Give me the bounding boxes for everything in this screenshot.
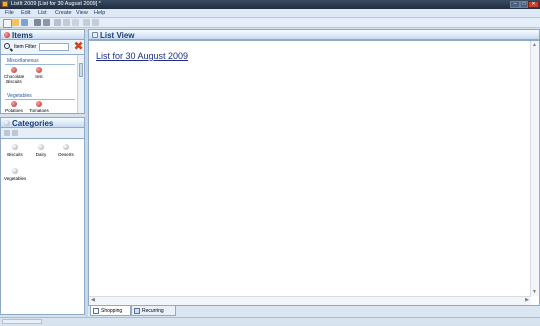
menu-view[interactable]: View <box>76 9 88 18</box>
category-label: Deserts <box>58 152 74 157</box>
recurring-lists-icon <box>134 308 140 314</box>
item-icon <box>36 101 42 107</box>
category-label: Vegetables <box>4 176 27 181</box>
list-view-content[interactable]: List for 30 August 2009 ▲ ▼ ◀ ▶ <box>88 40 540 306</box>
category-item[interactable]: Dairy <box>30 144 52 157</box>
tab-recurring-lists[interactable]: Recurring Lists <box>131 306 176 324</box>
save-icon[interactable] <box>21 19 28 26</box>
items-scrollbar[interactable] <box>77 55 84 113</box>
list-view-header: List View <box>88 29 540 40</box>
categories-toolbar <box>0 128 85 138</box>
categories-icon <box>4 120 10 126</box>
print-preview-icon[interactable] <box>43 19 50 26</box>
redo-icon[interactable] <box>92 19 99 26</box>
menu-bar: File Edit List Create View Help <box>0 9 540 18</box>
item-label: test <box>35 74 43 79</box>
shopping-list-icon <box>93 308 99 314</box>
add-category-icon[interactable] <box>4 130 10 136</box>
item-label: Chocolate Biscuits <box>4 74 25 84</box>
status-bar <box>0 317 540 325</box>
cut-icon[interactable] <box>54 19 61 26</box>
scroll-up-icon[interactable]: ▲ <box>531 42 538 48</box>
paste-icon[interactable] <box>72 19 79 26</box>
items-panel-header: Items <box>0 29 85 40</box>
categories-panel-header: Categories <box>0 117 85 128</box>
group-divider <box>5 64 75 65</box>
category-icon <box>12 144 18 150</box>
title-bar: ListIt 2009 [List for 30 August 2009] * … <box>0 0 540 9</box>
remove-category-icon[interactable] <box>12 130 18 136</box>
list-item[interactable]: Tomatoes <box>29 101 49 113</box>
search-icon <box>4 43 10 49</box>
menu-list[interactable]: List <box>38 9 47 18</box>
list-view-icon <box>92 32 98 38</box>
scroll-down-icon[interactable]: ▼ <box>531 289 538 295</box>
items-icon <box>4 32 10 38</box>
category-item[interactable]: Vegetables <box>4 168 26 181</box>
menu-file[interactable]: File <box>5 9 14 18</box>
print-icon[interactable] <box>34 19 41 26</box>
category-item[interactable]: Deserts <box>55 144 77 157</box>
item-filter-input[interactable] <box>39 43 69 51</box>
category-icon <box>38 144 44 150</box>
scroll-right-icon[interactable]: ▶ <box>525 297 529 304</box>
scroll-left-icon[interactable]: ◀ <box>91 297 95 304</box>
menu-edit[interactable]: Edit <box>21 9 30 18</box>
list-item[interactable]: Potatoes <box>4 101 24 113</box>
category-label: Biscuits <box>7 152 23 157</box>
undo-icon[interactable] <box>83 19 90 26</box>
category-icon <box>63 144 69 150</box>
copy-icon[interactable] <box>63 19 70 26</box>
list-title-link[interactable]: List for 30 August 2009 <box>96 51 188 61</box>
minimize-button[interactable]: – <box>510 1 520 8</box>
menu-help[interactable]: Help <box>94 9 105 18</box>
item-icon <box>11 67 17 73</box>
item-filter-label: Item Filter <box>14 44 37 50</box>
category-item[interactable]: Biscuits <box>4 144 26 157</box>
close-button[interactable]: ✕ <box>528 1 539 8</box>
tab-shopping-list[interactable]: Shopping List <box>90 306 131 324</box>
categories-list[interactable]: Biscuits Dairy Deserts Vegetables <box>0 138 85 315</box>
horizontal-scrollbar[interactable]: ◀ ▶ <box>89 296 531 305</box>
item-label: Tomatoes <box>29 108 49 113</box>
scroll-thumb[interactable] <box>79 63 83 77</box>
item-icon <box>11 101 17 107</box>
window-title: ListIt 2009 [List for 30 August 2009] * <box>11 1 101 7</box>
app-icon <box>2 1 8 7</box>
vertical-scrollbar[interactable]: ▲ ▼ <box>530 41 539 296</box>
toolbar <box>0 18 540 28</box>
item-filter-row: Item Filter ✖ <box>0 40 85 54</box>
item-icon <box>36 67 42 73</box>
list-tabs: Shopping List Recurring Lists <box>88 306 540 324</box>
new-icon[interactable] <box>3 19 12 28</box>
items-list[interactable]: Miscellaneous Chocolate Biscuits test Ve… <box>0 54 85 114</box>
menu-create[interactable]: Create <box>55 9 72 18</box>
maximize-button[interactable]: □ <box>520 1 528 8</box>
list-item[interactable]: Chocolate Biscuits <box>4 67 24 84</box>
category-label: Dairy <box>35 152 47 157</box>
item-label: Potatoes <box>5 108 23 113</box>
category-icon <box>12 168 18 174</box>
group-divider <box>5 99 75 100</box>
list-item[interactable]: test <box>29 67 49 79</box>
clear-filter-icon[interactable]: ✖ <box>73 40 84 52</box>
open-folder-icon[interactable] <box>12 19 19 26</box>
status-panel <box>2 319 42 324</box>
